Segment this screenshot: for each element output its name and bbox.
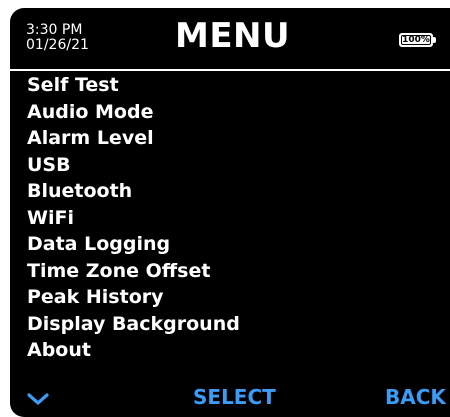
select-button[interactable]: SELECT (193, 384, 276, 410)
menu-item-alarm-level[interactable]: Alarm Level (10, 125, 450, 152)
device-screen: 3:30 PM 01/26/21 MENU 100% Self Test Aud… (10, 8, 450, 417)
menu-item-wifi[interactable]: WiFi (10, 205, 450, 232)
back-button[interactable]: BACK (385, 384, 446, 410)
menu-item-usb[interactable]: USB (10, 152, 450, 179)
chevron-down-icon[interactable] (26, 388, 50, 406)
battery-body: 100% (401, 35, 431, 45)
page-title: MENU (175, 16, 291, 56)
menu-item-display-background[interactable]: Display Background (10, 311, 450, 338)
battery-tip (433, 37, 436, 43)
battery-icon: 100% (399, 33, 433, 47)
battery-level: 100% (402, 34, 430, 45)
menu-item-time-zone-offset[interactable]: Time Zone Offset (10, 258, 450, 285)
datetime: 3:30 PM 01/26/21 (26, 23, 89, 53)
menu-item-about[interactable]: About (10, 337, 450, 364)
clock-date: 01/26/21 (26, 37, 89, 53)
softkey-bar: SELECT BACK (10, 380, 450, 417)
menu-item-audio-mode[interactable]: Audio Mode (10, 99, 450, 126)
status-header: 3:30 PM 01/26/21 MENU 100% (10, 8, 450, 62)
menu-item-self-test[interactable]: Self Test (10, 72, 450, 99)
menu-item-data-logging[interactable]: Data Logging (10, 231, 450, 258)
menu-list: Self Test Audio Mode Alarm Level USB Blu… (10, 69, 450, 364)
menu-item-peak-history[interactable]: Peak History (10, 284, 450, 311)
clock-time: 3:30 PM (26, 22, 83, 38)
menu-item-bluetooth[interactable]: Bluetooth (10, 178, 450, 205)
